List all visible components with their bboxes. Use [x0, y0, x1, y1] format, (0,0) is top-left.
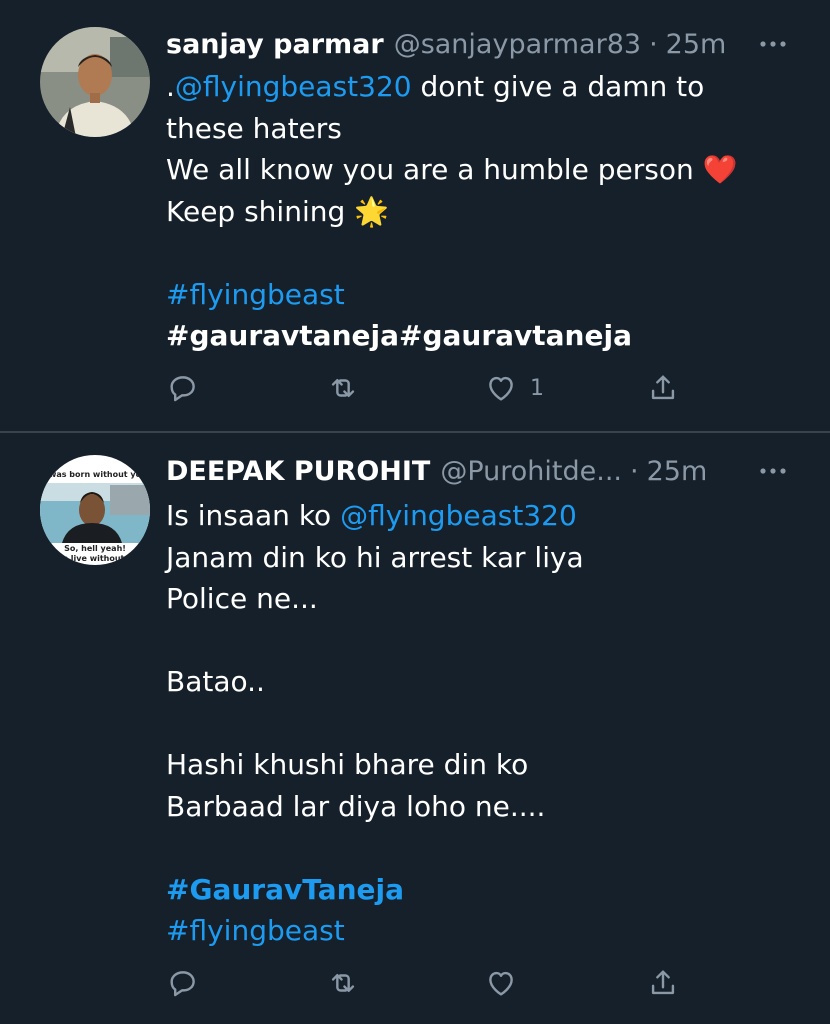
- emoji: ❤️: [702, 153, 738, 186]
- tweet-line: #flyingbeast: [166, 910, 806, 952]
- avatar-caption-top: I was born without you: [43, 470, 147, 479]
- reply-icon: [170, 971, 195, 997]
- like-icon: [489, 376, 513, 401]
- text-segment: Janam din ko hi arrest kar liya: [166, 540, 584, 574]
- text-segment: dont give a damn to: [411, 70, 705, 103]
- like-count: 1: [530, 375, 544, 401]
- reply-button[interactable]: [166, 368, 200, 408]
- tweet-line: Keep shining 🌟: [166, 191, 806, 233]
- retweet-icon: [331, 379, 355, 397]
- separator: ·: [630, 455, 639, 487]
- mention-link[interactable]: @flyingbeast320: [340, 499, 577, 532]
- tweet-line: these haters: [166, 108, 806, 150]
- more-icon[interactable]: [758, 453, 788, 489]
- text-segment: Police ne...: [166, 582, 318, 615]
- share-icon: [651, 970, 675, 995]
- author-handle[interactable]: @sanjayparmar83: [394, 29, 641, 60]
- avatar-caption-bottom-1: So, hell yeah!: [64, 544, 126, 553]
- retweet-button[interactable]: [326, 368, 360, 408]
- text-segment: .: [166, 70, 175, 103]
- text-segment: Hashi khushi bhare din ko: [166, 748, 529, 781]
- text-segment: these haters: [166, 111, 342, 145]
- tweet-line: Batao..: [166, 661, 806, 703]
- share-icon: [651, 375, 675, 400]
- tweet-line: #gauravtaneja#gauravtaneja: [166, 315, 806, 357]
- tweet-actions: [166, 963, 686, 1003]
- tweet-line: We all know you are a humble person ❤️: [166, 149, 806, 191]
- author-name[interactable]: DEEPAK PUROHIT: [166, 456, 430, 487]
- tweet-line: .@flyingbeast320 dont give a damn to: [166, 66, 806, 108]
- like-icon: [489, 971, 513, 996]
- emoji: 🌟: [354, 194, 390, 228]
- like-button[interactable]: 1: [484, 368, 544, 408]
- retweet-button[interactable]: [326, 963, 360, 1003]
- tweet-line: #flyingbeast: [166, 274, 806, 316]
- author-name[interactable]: sanjay parmar: [166, 29, 384, 60]
- text-segment: Keep shining: [166, 194, 355, 228]
- bold-text: #gauravtaneja#gauravtaneja: [166, 319, 632, 352]
- avatar[interactable]: I was born without you So, hell yeah! I …: [40, 455, 150, 565]
- tweet-actions: 1: [166, 368, 686, 408]
- author-handle[interactable]: @Purohitde...: [440, 456, 622, 487]
- tweet[interactable]: sanjay parmar @sanjayparmar83 · 25m .@fl…: [0, 0, 830, 431]
- reply-button[interactable]: [166, 963, 200, 1003]
- tweet-text: Is insaan ko @flyingbeast320 Janam din ko…: [166, 495, 806, 952]
- hashtag-link[interactable]: #flyingbeast: [166, 278, 345, 311]
- tweet-line: Is insaan ko @flyingbeast320: [166, 495, 806, 537]
- hashtag-link[interactable]: #GauravTaneja: [166, 873, 404, 906]
- retweet-icon: [331, 974, 355, 992]
- mention-link[interactable]: @flyingbeast320: [175, 70, 412, 103]
- avatar[interactable]: [40, 27, 150, 137]
- share-button[interactable]: [646, 368, 680, 408]
- timestamp[interactable]: 25m: [647, 456, 708, 487]
- tweet-line: Hashi khushi bhare din ko: [166, 744, 806, 786]
- tweet-text: .@flyingbeast320 dont give a damn to thes…: [166, 66, 806, 357]
- like-button[interactable]: [484, 963, 530, 1003]
- tweet[interactable]: I was born without you So, hell yeah! I …: [0, 433, 830, 1024]
- text-segment: We all know you are a humble person: [166, 153, 703, 186]
- share-button[interactable]: [646, 963, 680, 1003]
- tweet-line: Police ne...: [166, 578, 806, 620]
- tweet-header: sanjay parmar @sanjayparmar83 · 25m: [166, 26, 726, 62]
- tweet-header: DEEPAK PUROHIT @Purohitde... · 25m: [166, 453, 707, 489]
- hashtag-link[interactable]: #flyingbeast: [166, 914, 345, 947]
- more-icon[interactable]: [758, 26, 788, 62]
- timestamp[interactable]: 25m: [666, 29, 727, 60]
- tweet-line: Janam din ko hi arrest kar liya: [166, 537, 806, 579]
- text-segment: Batao..: [166, 665, 265, 698]
- tweet-line: Barbaad lar diya loho ne....: [166, 786, 806, 828]
- text-segment: Is insaan ko: [166, 499, 341, 532]
- reply-icon: [170, 376, 195, 402]
- tweet-line: #GauravTaneja: [166, 869, 806, 911]
- separator: ·: [649, 28, 658, 60]
- avatar-caption-bottom-2: I can live without you: [46, 554, 143, 563]
- text-segment: Barbaad lar diya loho ne....: [166, 789, 546, 823]
